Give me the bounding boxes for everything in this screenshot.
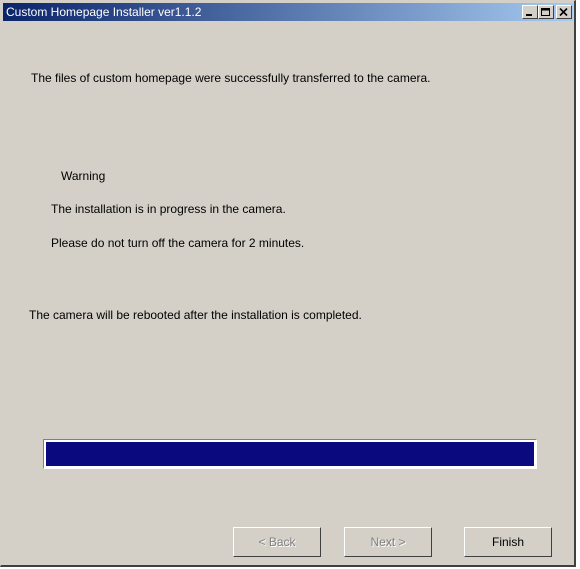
close-icon[interactable] <box>556 5 572 19</box>
progress-bar <box>43 439 537 469</box>
success-message: The files of custom homepage were succes… <box>31 71 431 85</box>
next-button[interactable]: Next > <box>344 527 432 557</box>
title-bar[interactable]: Custom Homepage Installer ver1.1.2 <box>3 3 573 21</box>
warning-line-1: The installation is in progress in the c… <box>51 202 286 216</box>
maximize-icon[interactable] <box>538 5 554 19</box>
minimize-icon[interactable] <box>522 5 538 19</box>
window-title: Custom Homepage Installer ver1.1.2 <box>6 5 202 19</box>
back-button[interactable]: < Back <box>233 527 321 557</box>
warning-line-2: Please do not turn off the camera for 2 … <box>51 236 305 250</box>
progress-fill <box>46 442 534 466</box>
reboot-notice: The camera will be rebooted after the in… <box>29 308 362 322</box>
installer-window: Custom Homepage Installer ver1.1.2 The f… <box>0 0 576 567</box>
warning-heading: Warning <box>61 169 106 183</box>
finish-button[interactable]: Finish <box>464 527 552 557</box>
window-controls <box>522 5 572 19</box>
